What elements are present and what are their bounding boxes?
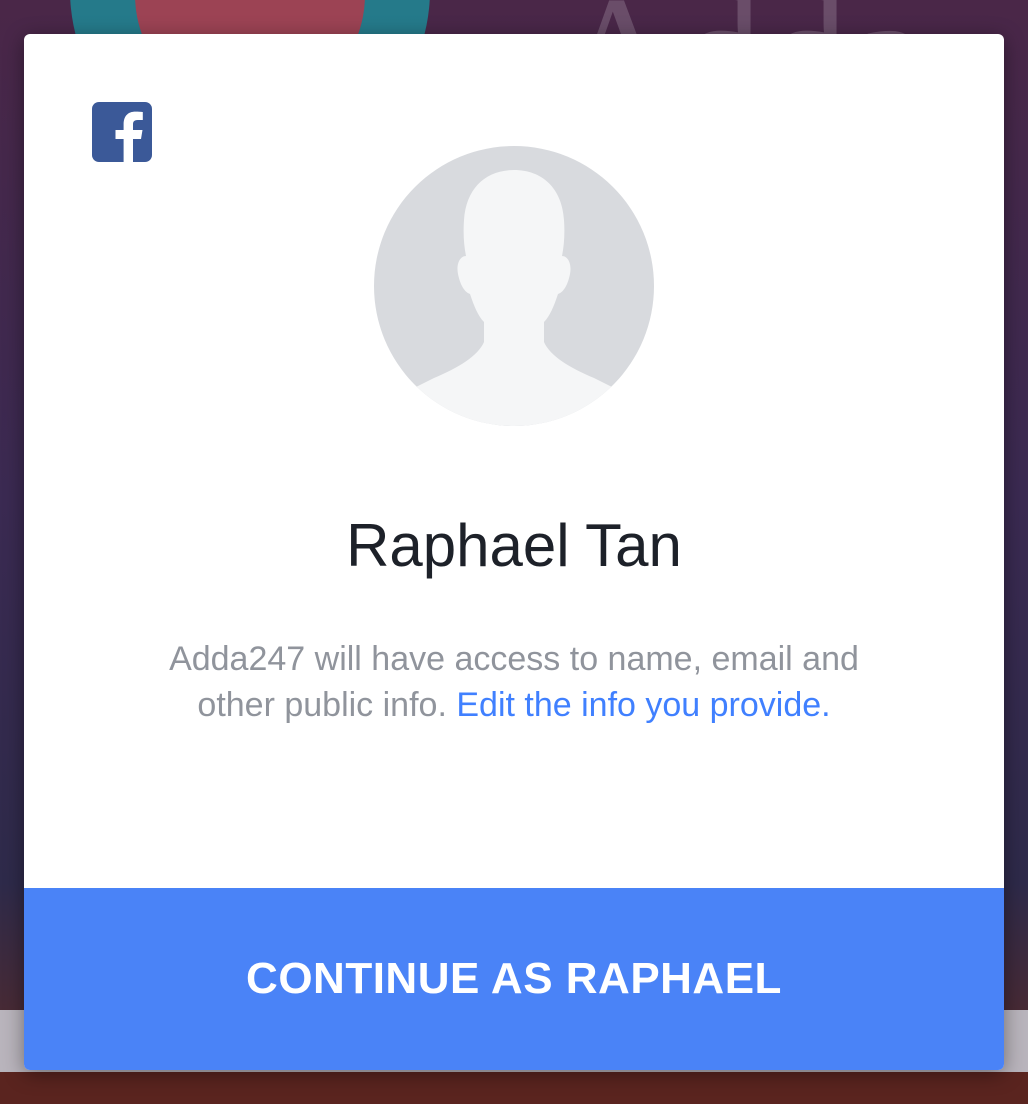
edit-info-link[interactable]: Edit the info you provide. [456,686,830,724]
user-name: Raphael Tan [346,512,682,579]
facebook-login-dialog: Raphael Tan Adda247 will have access to … [24,34,1004,1070]
facebook-icon [92,102,152,162]
background-bottom-bar [0,1072,1028,1104]
continue-button[interactable]: CONTINUE AS RAPHAEL [24,888,1004,1070]
default-profile-silhouette-icon [374,146,654,426]
permissions-info: Adda247 will have access to name, email … [144,636,884,728]
